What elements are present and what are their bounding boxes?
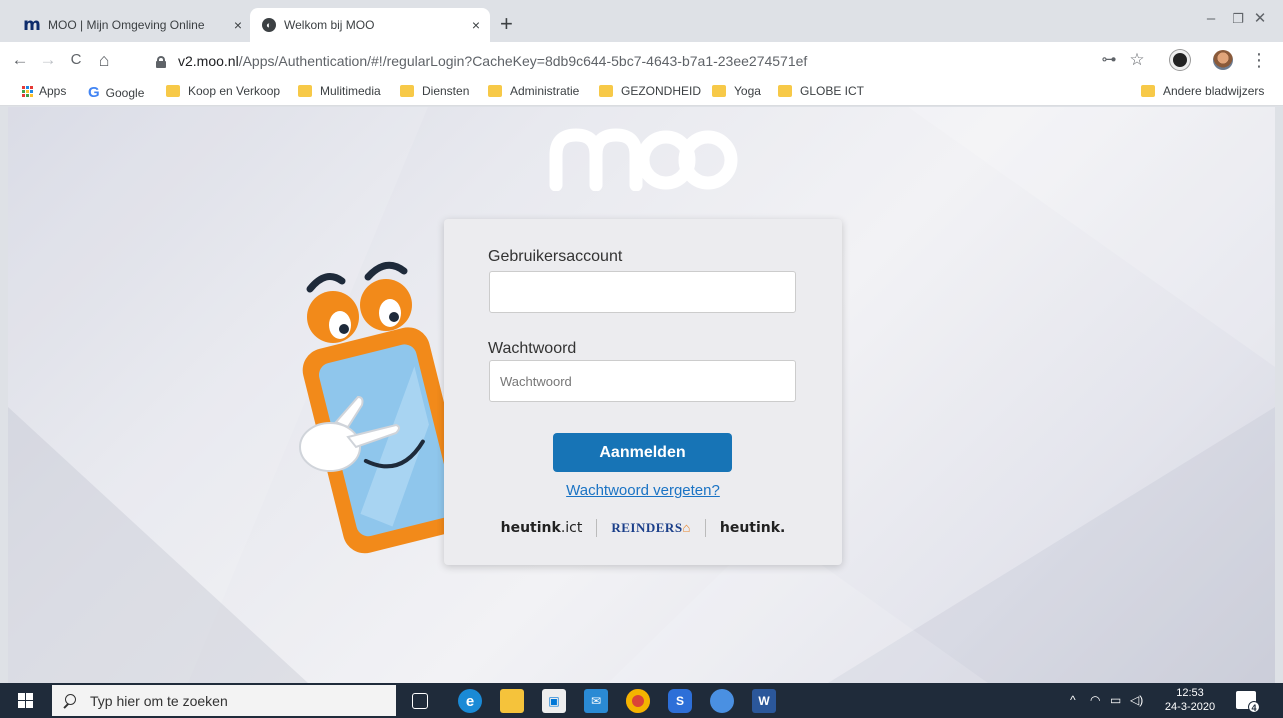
clock-time: 12:53 [1176, 687, 1204, 699]
username-input[interactable] [489, 271, 796, 313]
address-bar[interactable]: v2.moo.nl/Apps/Authentication/#!/regular… [156, 50, 807, 72]
lock-icon [156, 55, 166, 68]
avatar[interactable] [1213, 50, 1233, 70]
reinders-logo: REINDERS⌂ [611, 520, 691, 535]
key-icon[interactable]: ⊶ [1097, 49, 1121, 71]
bookmark-label: Mulitimedia [320, 84, 381, 98]
tab-moo-mijn-omgeving[interactable]: m MOO | Mijn Omgeving Online × [12, 8, 252, 42]
bookmark-label: Administratie [510, 84, 580, 98]
tab-close-icon[interactable]: × [224, 17, 252, 33]
bookmark-folder-diensten[interactable]: Diensten [400, 84, 469, 98]
folder-icon [778, 85, 792, 97]
search-placeholder: Typ hier om te zoeken [90, 692, 228, 709]
bookmark-label: Diensten [422, 84, 470, 98]
folder-icon [1141, 85, 1155, 97]
extension-icon[interactable] [1170, 50, 1190, 70]
globe-icon: ◐ [262, 18, 276, 32]
google-icon: G [88, 84, 100, 101]
tab-welkom-bij-moo[interactable]: ◐ Welkom bij MOO × [250, 8, 490, 42]
task-view-icon[interactable] [412, 693, 428, 709]
folder-icon [599, 85, 613, 97]
bookmark-label: Yoga [734, 84, 761, 98]
windows-logo-icon [17, 693, 33, 708]
bookmark-folder-other[interactable]: Andere bladwijzers [1141, 84, 1264, 98]
back-button[interactable]: ← [8, 49, 32, 71]
heutink-ict-logo: heutink.ict [500, 520, 583, 536]
login-page: Gebruikersaccount Wachtwoord Aanmelden W… [8, 107, 1275, 683]
home-button[interactable]: ⌂ [92, 49, 116, 71]
tray-chevron-icon[interactable]: ^ [1070, 683, 1076, 718]
start-button[interactable] [0, 683, 50, 718]
mail-icon[interactable]: ✉ [584, 689, 608, 713]
app-s-icon[interactable]: S [668, 689, 692, 713]
bookmark-label: Google [105, 85, 145, 100]
login-form: Gebruikersaccount Wachtwoord Aanmelden W… [444, 219, 842, 565]
chrome-icon[interactable] [626, 689, 650, 713]
bookmark-label: Apps [39, 84, 67, 98]
bookmark-label: GEZONDHEID [621, 84, 702, 98]
tab-close-icon[interactable]: × [462, 17, 490, 33]
menu-icon[interactable]: ⋮ [1247, 49, 1271, 71]
bookmark-apps[interactable]: Apps [22, 84, 66, 98]
store-icon[interactable]: ▣ [542, 689, 566, 713]
apps-grid-icon [22, 85, 33, 97]
bookmark-star-icon[interactable]: ☆ [1125, 49, 1149, 71]
browser-toolbar: ← → C ⌂ v2.moo.nl/Apps/Authentication/#!… [0, 42, 1283, 78]
wifi-icon[interactable]: ◠ [1090, 683, 1100, 718]
folder-icon [712, 85, 726, 97]
word-icon[interactable]: W [752, 689, 776, 713]
divider [596, 519, 598, 537]
brand-logos: heutink.ict REINDERS⌂ heutink. [444, 519, 842, 537]
edge-icon[interactable]: e [458, 689, 482, 713]
bookmark-folder-koop-en-verkoop[interactable]: Koop en Verkoop [166, 84, 280, 98]
folder-icon [400, 85, 414, 97]
forgot-password-link[interactable]: Wachtwoord vergeten? [444, 482, 842, 499]
bookmark-google[interactable]: G Google [88, 84, 144, 101]
password-label: Wachtwoord [488, 340, 577, 357]
windows-taskbar: Typ hier om te zoeken e ▣ ✉ S W ^ ◠ ▭ ◁)… [0, 683, 1283, 718]
battery-icon[interactable]: ▭ [1110, 683, 1121, 718]
bookmark-folder-administratie[interactable]: Administratie [488, 84, 579, 98]
tab-title: MOO | Mijn Omgeving Online [48, 18, 205, 32]
bookmarks-bar: Apps G Google Koop en Verkoop Mulitimedi… [0, 78, 1283, 106]
bookmark-label: Koop en Verkoop [188, 84, 281, 98]
tab-strip: m MOO | Mijn Omgeving Online × ◐ Welkom … [0, 0, 1283, 42]
notification-count: 4 [1248, 701, 1260, 713]
folder-icon [298, 85, 312, 97]
notification-center-icon[interactable]: 4 [1236, 691, 1260, 713]
search-icon [62, 693, 76, 708]
reload-button[interactable]: C [64, 49, 88, 71]
heutink-logo: heutink. [719, 520, 786, 536]
bookmark-folder-globe-ict[interactable]: GLOBE ICT [778, 84, 864, 98]
url-host: v2.moo.nl [178, 53, 239, 69]
moo-logo [549, 128, 738, 191]
password-input[interactable] [489, 360, 796, 402]
username-label: Gebruikersaccount [488, 248, 623, 265]
divider [704, 519, 706, 537]
forward-button[interactable]: → [36, 49, 60, 71]
taskbar-search-box[interactable]: Typ hier om te zoeken [52, 685, 396, 716]
window-close-button[interactable]: ✕ [1237, 4, 1283, 34]
system-clock[interactable]: 12:53 24-3-2020 [1160, 686, 1220, 714]
moo-m-icon: m [23, 15, 41, 35]
new-tab-button[interactable]: + [500, 12, 513, 36]
bookmark-folder-yoga[interactable]: Yoga [712, 84, 761, 98]
bookmark-label: Andere bladwijzers [1163, 84, 1265, 98]
folder-icon [488, 85, 502, 97]
file-explorer-icon[interactable] [500, 689, 524, 713]
bookmark-folder-gezondheid[interactable]: GEZONDHEID [599, 84, 701, 98]
login-button[interactable]: Aanmelden [553, 433, 732, 472]
tab-title: Welkom bij MOO [284, 18, 375, 32]
folder-icon [166, 85, 180, 97]
clock-date: 24-3-2020 [1164, 701, 1216, 713]
bookmark-folder-mulitimedia[interactable]: Mulitimedia [298, 84, 381, 98]
volume-icon[interactable]: ◁) [1130, 683, 1143, 718]
bookmark-label: GLOBE ICT [800, 84, 865, 98]
app-shield-icon[interactable] [710, 689, 734, 713]
url-path: /Apps/Authentication/#!/regularLogin?Cac… [238, 53, 808, 69]
